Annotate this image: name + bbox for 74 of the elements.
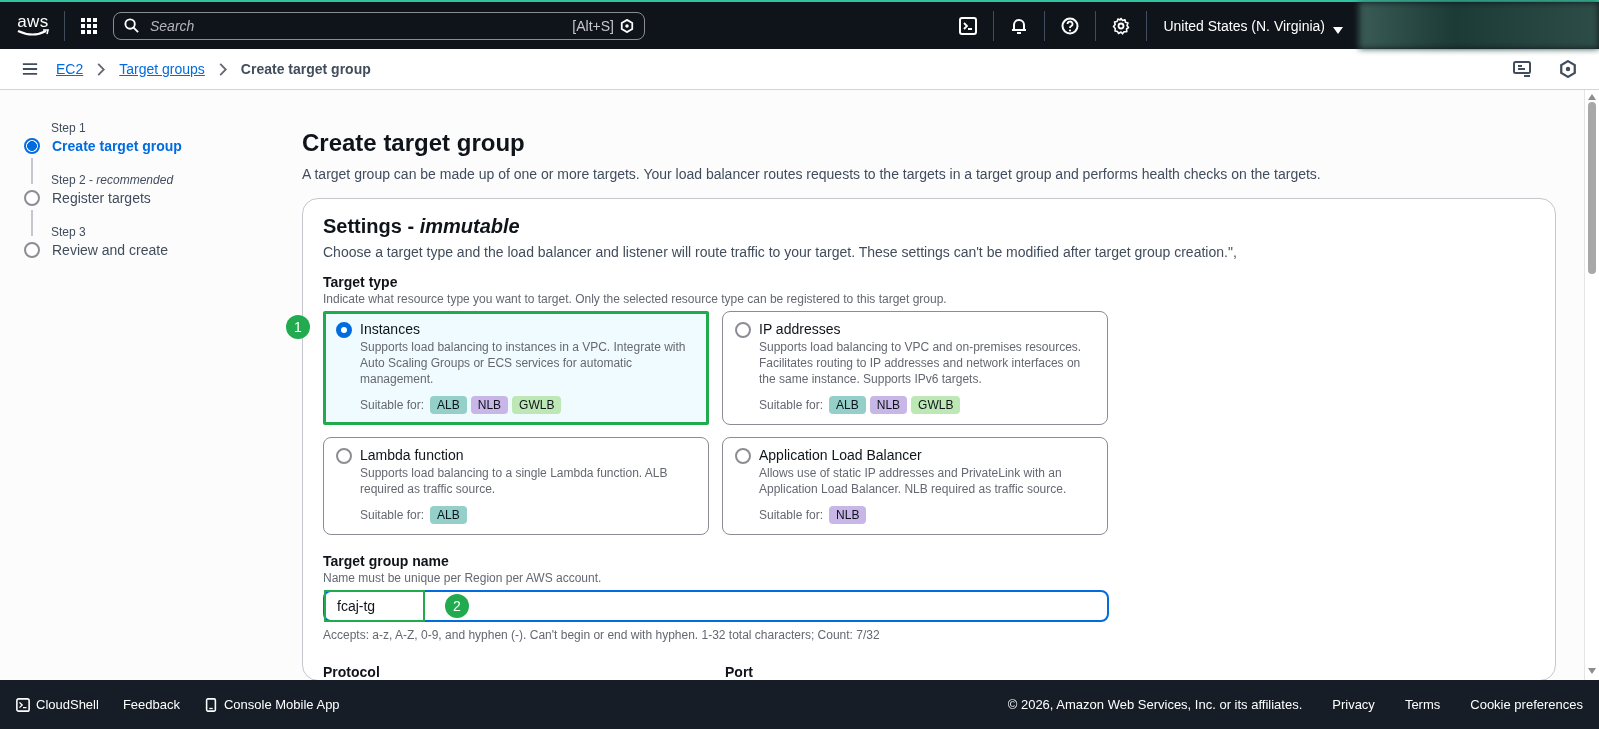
tag: ALB: [829, 396, 866, 414]
page-description: A target group can be made up of one or more targets. Your load balancer routes requests to the targets in a target group and performs health checks on the targets.: [302, 166, 1322, 182]
constraint-text: Accepts: a-z, A-Z, 0-9, and hyphen (-). Can't begin or end with hyphen. 1-32 total characters; Count: 7/32: [323, 628, 881, 642]
terminal-icon[interactable]: [959, 16, 978, 35]
menu-icon[interactable]: [22, 62, 38, 76]
radio-button[interactable]: [735, 448, 751, 464]
suitable-label: Suitable for:: [360, 398, 425, 412]
hexagon-icon[interactable]: [1559, 60, 1577, 78]
field-label: Port: [725, 664, 754, 680]
tag: NLB: [470, 396, 509, 414]
option-description: Allows use of static IP addresses and PrivateLink with an Application Load Balancer. NLB required as traffic source.: [759, 465, 1068, 497]
breadcrumb-current: Create target group: [240, 61, 371, 77]
tag: ALB: [430, 396, 467, 414]
footer-link[interactable]: CloudShell: [16, 697, 99, 712]
search-icon: [124, 18, 139, 33]
suitable-label: Suitable for:: [759, 398, 824, 412]
help-icon[interactable]: [1061, 16, 1080, 35]
option-description: Supports load balancing to a single Lambda function. ALB required as traffic source.: [360, 465, 669, 497]
tag: ALB: [430, 506, 467, 524]
field-label: Target type: [323, 274, 399, 290]
step-link[interactable]: Register targets: [52, 190, 151, 206]
footer-link[interactable]: Console Mobile App: [203, 697, 340, 712]
search-input[interactable]: Search: [148, 16, 573, 35]
footer-link[interactable]: Feedback: [122, 697, 180, 712]
field-label: Target group name: [323, 553, 450, 569]
option-title: IP addresses: [759, 321, 842, 337]
chevron-right-icon: [97, 62, 106, 76]
tag: GWLB: [911, 396, 961, 414]
option-description: Supports load balancing to instances in a VPC. Integrate with Auto Scaling Groups or ECS services for automatic management.: [360, 339, 687, 387]
search-bar[interactable]: Search [Alt+S]: [113, 11, 645, 40]
page-title: Create target group: [302, 128, 526, 158]
panel-description: Choose a target type and the load balancer and listener will route traffic to your target. These settings can't be modified after target group creation.",: [323, 244, 1238, 260]
radio-button[interactable]: [735, 322, 751, 338]
panel-title: Settings - immutable: [323, 215, 521, 238]
chevron-right-icon: [218, 62, 227, 76]
step-callout: 1: [286, 315, 310, 339]
settings-icon[interactable]: [1112, 16, 1131, 35]
copyright-text: © 2026, Amazon Web Services, Inc. or its affiliates.: [1007, 697, 1303, 712]
option-title: Lambda function: [360, 447, 465, 463]
terminal-icon: [16, 697, 30, 712]
field-hint: Name must be unique per Region per AWS account.: [323, 571, 603, 585]
apps-grid-icon[interactable]: [81, 17, 97, 34]
option-description: Supports load balancing to VPC and on-premises resources. Facilitates routing to IP addresses and network interfaces on the same instance. Supports IPv6 targets.: [759, 339, 1083, 387]
breadcrumb-link[interactable]: EC2: [56, 61, 84, 77]
footer-link[interactable]: Terms: [1404, 697, 1441, 712]
radio-button[interactable]: [336, 322, 352, 338]
scrollbar[interactable]: [1584, 90, 1599, 680]
phone-icon: [203, 697, 218, 712]
tag: GWLB: [512, 396, 562, 414]
footer-link[interactable]: Privacy: [1332, 697, 1375, 712]
region-menu[interactable]: United States (N. Virginia): [1161, 17, 1345, 34]
suitable-label: Suitable for:: [360, 508, 425, 522]
step-number: Step 3: [51, 224, 87, 240]
tag: NLB: [869, 396, 908, 414]
option-title: Application Load Balancer: [759, 447, 923, 463]
step-number: Step 2 - recommended: [51, 172, 175, 188]
radio-tile[interactable]: [722, 311, 1108, 425]
breadcrumb-link[interactable]: Target groups: [119, 61, 205, 77]
step-link[interactable]: Create target group: [52, 138, 182, 154]
feedback-screen-icon[interactable]: [1513, 60, 1531, 78]
aws-logo[interactable]: aws: [16, 14, 50, 37]
shortcut-hint: [Alt+S]: [572, 17, 614, 34]
footer-link[interactable]: Cookie preferences: [1470, 697, 1583, 712]
suitable-label: Suitable for:: [759, 508, 824, 522]
option-title: Instances: [360, 321, 421, 337]
radio-tile[interactable]: Application Load Balancer Allows use of static IP addresses and PrivateLink with an Application Load Balancer. NLB required as traffic source. Suitable for: NLB: [722, 437, 1108, 535]
step-number: Step 1: [51, 120, 87, 136]
radio-tile[interactable]: Lambda function Supports load balancing to a single Lambda function. ALB required as traffic source. Suitable for: ALB: [323, 437, 709, 535]
step-link[interactable]: Review and create: [52, 242, 168, 258]
field-label: Protocol: [323, 664, 381, 680]
notifications-icon[interactable]: [1010, 16, 1029, 35]
radio-button[interactable]: [336, 448, 352, 464]
field-hint: Indicate what resource type you want to target. Only the selected resource type can be registered to this target group.: [323, 292, 948, 306]
tag: NLB: [829, 506, 867, 524]
